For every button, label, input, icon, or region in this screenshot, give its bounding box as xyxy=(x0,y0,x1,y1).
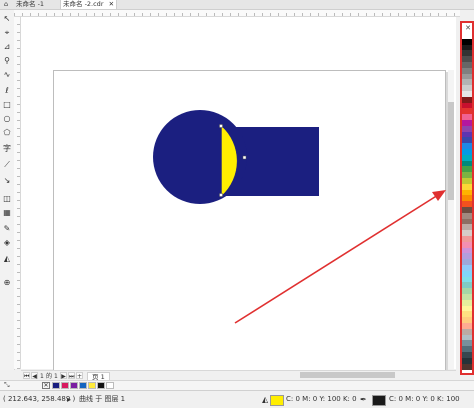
status-bar: ( 212.643, 258.489 ) ▸ 曲线 于 图层 1 ◭ C: 0 … xyxy=(0,390,474,408)
tab-document-1[interactable]: 未命名 -1 xyxy=(14,0,46,9)
fill-color-info: C: 0 M: 0 Y: 100 K: 0 xyxy=(286,395,357,403)
cursor-coordinates: ( 212.643, 258.489 ) xyxy=(3,395,76,403)
horizontal-ruler[interactable] xyxy=(14,10,460,17)
toolbox: ↖ ⌖ ⊿ ⚲ ∿ ℓ □ ○ ⬠ 字 ⟋ ↘ ◫ ▦ ✎ ◈ ◭ ⊕ xyxy=(0,10,15,370)
last-page-button[interactable]: ⏭ xyxy=(68,372,75,380)
add-tool-icon[interactable]: ⊕ xyxy=(2,278,12,288)
parallel-dimension-tool-icon[interactable]: ⟋ xyxy=(2,160,12,170)
next-page-button[interactable]: ▶ xyxy=(60,372,67,380)
tab-document-2[interactable]: 未命名 -2.cdr ✕ xyxy=(60,0,118,9)
interactive-fill-tool-icon[interactable]: ◈ xyxy=(2,238,12,248)
text-tool-icon[interactable]: 字 xyxy=(2,144,12,154)
vertical-scrollbar-thumb[interactable] xyxy=(448,102,454,200)
zoom-tool-icon[interactable]: ⚲ xyxy=(2,56,12,66)
transparency-tool-icon[interactable]: ▦ xyxy=(2,208,12,218)
document-palette-swatch[interactable] xyxy=(106,382,114,389)
no-color-icon[interactable]: ✕ xyxy=(463,25,473,32)
close-tab-icon[interactable]: ✕ xyxy=(109,0,114,8)
object-info: 曲线 于 图层 1 xyxy=(79,395,126,403)
tab-label: 未命名 -1 xyxy=(16,0,45,8)
palette-highlight-box xyxy=(460,21,474,375)
expand-icon[interactable]: ▸ xyxy=(67,395,71,404)
first-page-button[interactable]: ⏮ xyxy=(23,372,30,380)
document-palette-swatch[interactable] xyxy=(61,382,69,389)
document-palette-swatch[interactable] xyxy=(70,382,78,389)
outline-color-swatch[interactable] xyxy=(372,395,386,406)
fill-bucket-icon: ◭ xyxy=(262,395,269,404)
shape-tool-icon[interactable]: ⌖ xyxy=(2,28,12,38)
rectangle-tool-icon[interactable]: □ xyxy=(2,100,12,110)
document-palette-swatch[interactable] xyxy=(88,382,96,389)
drop-shadow-tool-icon[interactable]: ◫ xyxy=(2,194,12,204)
eyedropper-tool-icon[interactable]: ✎ xyxy=(2,224,12,234)
document-palette: ⤡ ✕ xyxy=(0,380,474,390)
fill-color-swatch[interactable] xyxy=(270,395,284,406)
palette-options-icon[interactable]: ⤡ xyxy=(4,382,12,389)
crop-tool-icon[interactable]: ⊿ xyxy=(2,42,12,52)
drawing-page[interactable] xyxy=(53,70,446,371)
pen-icon: ✒ xyxy=(360,395,367,404)
document-palette-swatch[interactable] xyxy=(52,382,60,389)
polygon-tool-icon[interactable]: ⬠ xyxy=(2,128,12,138)
prev-page-button[interactable]: ◀ xyxy=(31,372,38,380)
document-palette-swatch[interactable] xyxy=(79,382,87,389)
smart-fill-tool-icon[interactable]: ◭ xyxy=(2,254,12,264)
no-fill-swatch[interactable]: ✕ xyxy=(42,382,50,389)
freehand-tool-icon[interactable]: ∿ xyxy=(2,70,12,80)
connector-tool-icon[interactable]: ↘ xyxy=(2,176,12,186)
outline-color-info: C: 0 M: 0 Y: 0 K: 100 xyxy=(389,395,460,403)
add-page-button[interactable]: + xyxy=(76,372,83,380)
document-palette-swatch[interactable] xyxy=(97,382,105,389)
pick-tool-icon[interactable]: ↖ xyxy=(2,14,12,24)
smart-draw-tool-icon[interactable]: ℓ xyxy=(2,86,12,96)
ellipse-tool-icon[interactable]: ○ xyxy=(2,114,12,124)
tab-label: 未命名 -2.cdr xyxy=(63,0,104,8)
horizontal-scrollbar-thumb[interactable] xyxy=(300,372,395,378)
document-tab-bar: ⌂ 未命名 -1 未命名 -2.cdr ✕ xyxy=(0,0,474,10)
vertical-ruler[interactable] xyxy=(14,17,21,369)
